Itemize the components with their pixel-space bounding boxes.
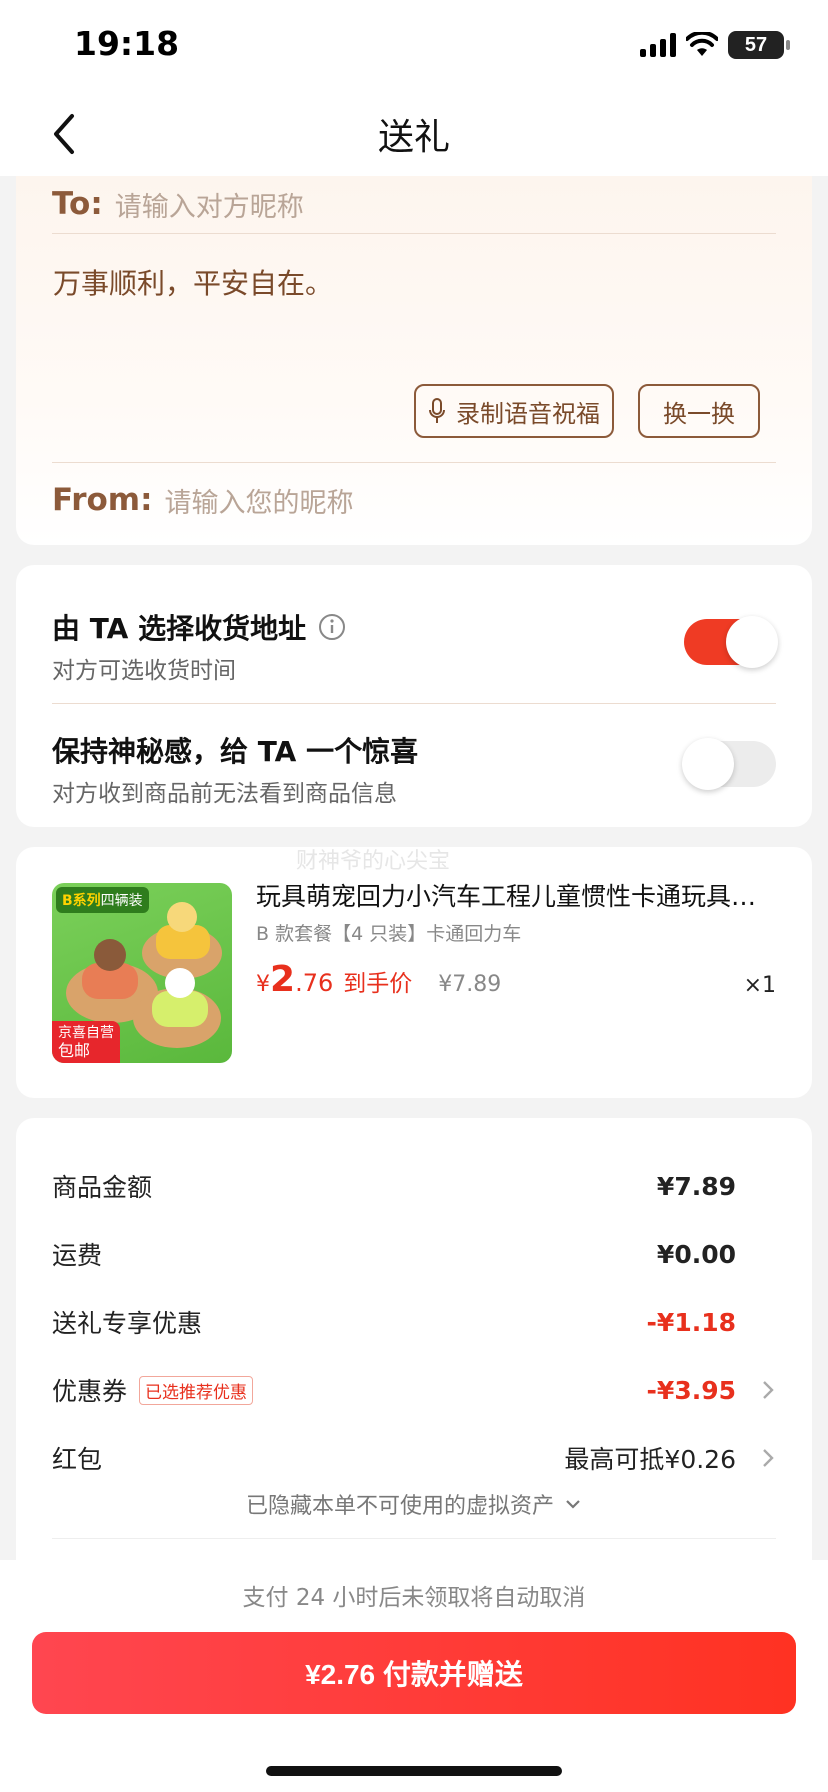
badge-line1: 京喜自营 [58,1025,114,1041]
info-icon[interactable] [318,613,346,641]
option-surprise-subtitle: 对方收到商品前无法看到商品信息 [52,781,397,807]
greeting-message[interactable]: 万事顺利，平安自在。 [53,262,333,302]
gift-options-card: 由 TA 选择收货地址 对方可选收货时间 保持神秘感，给 TA 一个惊喜 对方收… [16,565,812,827]
price-integer: 2 [270,959,296,1000]
hidden-assets-toggle[interactable]: 已隐藏本单不可使用的虚拟资产 [16,1488,812,1520]
from-field[interactable]: From: 请输入您的昵称 [52,472,353,528]
summary-value: -¥3.95 [646,1375,736,1405]
original-price: ¥7.89 [438,972,502,997]
summary-row-goods-amount: 商品金额 ¥7.89 [52,1166,776,1206]
option-recipient-address-label: 由 TA 选择收货地址 [52,612,307,645]
summary-value: 最高可抵¥0.26 [564,1445,736,1474]
price-symbol: ¥ [256,972,270,997]
chevron-down-icon [566,1500,580,1509]
change-message-label: 换一换 [663,400,735,428]
product-title[interactable]: 玩具萌宠回力小汽车工程儿童惯性卡通玩具… [256,877,786,913]
summary-label: 红包 [52,1445,103,1474]
product-image[interactable]: B系列四辆装 京喜自营 包邮 [52,883,232,1063]
summary-row-red-packet[interactable]: 红包 最高可抵¥0.26 [52,1438,776,1478]
summary-value: ¥0.00 [656,1239,736,1269]
home-indicator [266,1766,562,1776]
to-label: To: [52,186,103,222]
option-surprise-title: 保持神秘感，给 TA 一个惊喜 [52,735,419,768]
hidden-assets-label: 已隐藏本单不可使用的虚拟资产 [245,1494,554,1519]
chevron-right-icon[interactable] [760,1379,776,1401]
record-voice-button[interactable]: 录制语音祝福 [414,384,614,438]
bottom-bar: 支付 24 小时后未领取将自动取消 ¥2.76 付款并赠送 [0,1560,828,1792]
coupon-label: 优惠券 [52,1377,128,1406]
wifi-icon [686,32,718,56]
divider [52,703,776,704]
summary-row-coupon[interactable]: 优惠券 已选推荐优惠 -¥3.95 [52,1370,776,1410]
summary-row-shipping: 运费 ¥0.00 [52,1234,776,1274]
product-spec: B 款套餐【4 只装】卡通回力车 [256,923,522,945]
price-row: ¥ 2 .76 到手价 ¥7.89 [256,959,501,1000]
product-card[interactable]: 财神爷的心尖宝 B系列四辆装 京喜自营 包邮 玩具萌宠回力小汽车工程儿童惯性卡通… [16,847,812,1098]
summary-label: 送礼专享优惠 [52,1309,203,1338]
summary-value: ¥7.89 [656,1171,736,1201]
to-input-placeholder[interactable]: 请输入对方昵称 [115,185,304,224]
microphone-icon [429,398,445,423]
series-tag-series: B系列 [62,893,101,909]
summary-row-gift-discount: 送礼专享优惠 -¥1.18 [52,1302,776,1342]
summary-label: 商品金额 [52,1173,153,1202]
final-price-label: 到手价 [343,971,413,997]
record-voice-label: 录制语音祝福 [456,400,600,428]
status-time: 19:18 [74,24,180,63]
divider [52,233,776,234]
series-tag: B系列四辆装 [56,887,149,913]
series-tag-pack: 四辆装 [100,893,143,909]
recipient-address-toggle[interactable] [684,616,778,668]
free-shipping-badge: 京喜自营 包邮 [52,1021,120,1063]
greeting-card: To: 请输入对方昵称 万事顺利，平安自在。 录制语音祝福 换一换 From: … [16,176,812,545]
from-input-placeholder[interactable]: 请输入您的昵称 [164,481,353,520]
summary-value: -¥1.18 [646,1307,736,1337]
status-bar: 19:18 57 [0,0,828,90]
summary-label: 运费 [52,1241,103,1270]
divider [52,1538,776,1539]
badge-line2: 包邮 [58,1041,91,1060]
chevron-right-icon[interactable] [760,1447,776,1469]
summary-label: 优惠券 已选推荐优惠 [52,1372,254,1408]
auto-cancel-notice: 支付 24 小时后未领取将自动取消 [242,1585,586,1611]
coupon-tag: 已选推荐优惠 [139,1375,254,1405]
watermark: 财神爷的心尖宝 [296,849,451,874]
surprise-toggle[interactable] [682,738,776,790]
option-recipient-address-subtitle: 对方可选收货时间 [52,658,236,684]
option-recipient-address-title: 由 TA 选择收货地址 [52,607,346,647]
divider [52,462,776,463]
nav-bar: 送礼 [0,90,828,176]
quantity: ×1 [743,973,776,998]
page-title: 送礼 [377,117,450,158]
status-icons: 57 [640,30,790,60]
cellular-signal-icon [640,33,676,57]
price-decimal: .76 [295,969,334,997]
change-message-button[interactable]: 换一换 [638,384,760,438]
battery-icon: 57 [728,31,790,59]
from-label: From: [52,482,153,518]
to-field[interactable]: To: 请输入对方昵称 [52,176,304,232]
pay-and-gift-button[interactable]: ¥2.76 付款并赠送 [32,1632,796,1714]
